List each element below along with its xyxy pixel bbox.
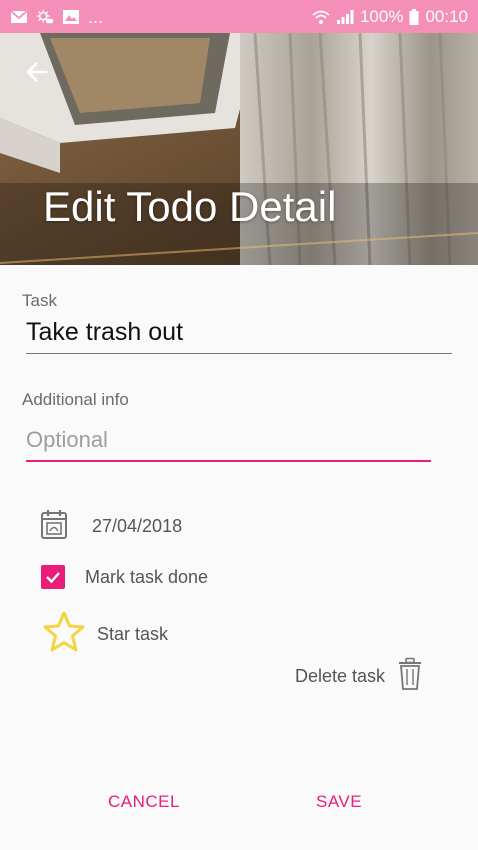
signal-icon bbox=[336, 9, 354, 25]
battery-icon bbox=[409, 8, 419, 25]
battery-percent: 100% bbox=[359, 6, 404, 26]
additional-info-input[interactable] bbox=[26, 420, 431, 462]
arrow-left-icon bbox=[26, 62, 48, 82]
page-title: Edit Todo Detail bbox=[43, 183, 337, 230]
due-date: 27/04/2018 bbox=[92, 516, 183, 536]
mark-done-row[interactable]: Mark task done bbox=[41, 565, 208, 589]
more-notifications: ... bbox=[88, 6, 104, 27]
trash-icon bbox=[397, 657, 423, 696]
wifi-icon bbox=[312, 9, 330, 25]
date-row[interactable]: 27/04/2018 bbox=[40, 508, 182, 545]
task-input[interactable] bbox=[26, 312, 452, 354]
cancel-button[interactable]: CANCEL bbox=[108, 792, 180, 812]
mail-icon bbox=[10, 9, 28, 25]
star-icon[interactable] bbox=[41, 609, 87, 660]
calendar-icon bbox=[40, 508, 68, 545]
task-label: Task bbox=[22, 291, 57, 310]
header-image: Edit Todo Detail bbox=[0, 33, 478, 265]
status-bar: ... 100% 00:10 bbox=[0, 0, 478, 33]
back-button[interactable] bbox=[20, 55, 54, 89]
clock: 00:10 bbox=[425, 6, 468, 26]
mark-done-label: Mark task done bbox=[85, 566, 209, 587]
additional-info-label: Additional info bbox=[22, 390, 129, 409]
gallery-icon bbox=[62, 9, 80, 25]
delete-task-button[interactable]: Delete task bbox=[295, 657, 423, 696]
save-button[interactable]: SAVE bbox=[316, 792, 362, 812]
delete-label: Delete task bbox=[295, 666, 386, 686]
star-row[interactable]: Star task bbox=[41, 609, 168, 660]
notification-icons: ... bbox=[10, 8, 103, 26]
star-label: Star task bbox=[97, 624, 169, 644]
checkmark-icon bbox=[46, 572, 60, 584]
done-checkbox[interactable] bbox=[41, 565, 65, 589]
weather-icon bbox=[36, 9, 54, 25]
